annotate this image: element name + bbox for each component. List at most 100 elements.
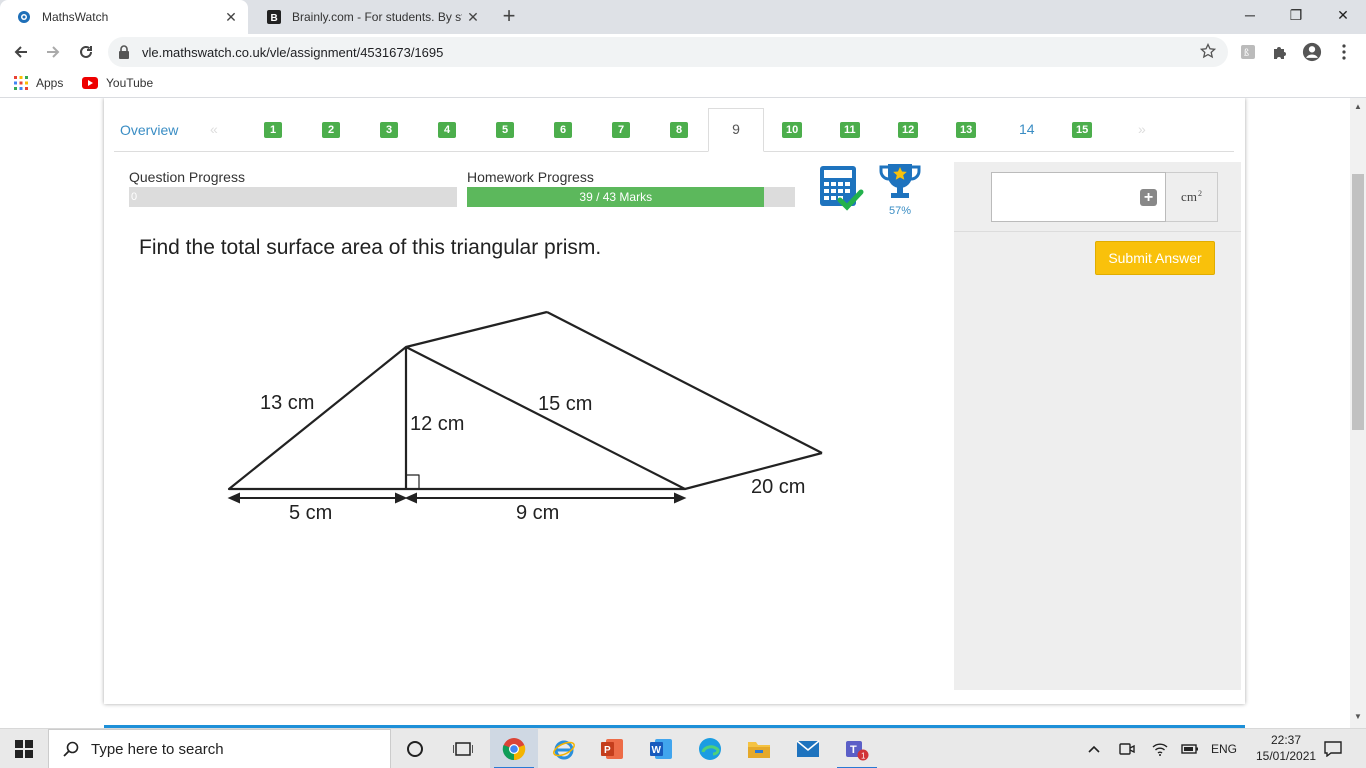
homework-progress-label: Homework Progress [467, 169, 594, 185]
next-question-arrow[interactable]: » [1138, 121, 1146, 137]
mail-icon[interactable] [784, 729, 832, 768]
question-text: Find the total surface area of this tria… [139, 236, 602, 259]
back-icon[interactable] [8, 39, 34, 65]
teams-icon[interactable]: T1 [833, 729, 881, 768]
forward-icon[interactable] [40, 39, 66, 65]
bookmark-youtube[interactable]: YouTube [82, 76, 153, 90]
clock-time: 22:37 [1270, 733, 1302, 747]
extension-icon[interactable]: ß [1238, 42, 1258, 62]
youtube-icon [82, 77, 98, 89]
word-icon[interactable]: W [637, 729, 685, 768]
minimize-icon[interactable]: ─ [1227, 0, 1273, 30]
chrome-icon[interactable] [490, 729, 538, 768]
question-tab-2[interactable]: 2 [322, 122, 340, 138]
trophy-icon [878, 162, 922, 202]
question-progress-label: Question Progress [129, 169, 245, 185]
bookmark-label: YouTube [106, 76, 154, 90]
base-left-label: 5 cm [289, 502, 332, 524]
show-hidden-icons-icon[interactable] [1085, 741, 1103, 757]
close-window-icon[interactable]: ✕ [1320, 0, 1366, 30]
answer-panel: + cm 2 Submit Answer [954, 162, 1241, 690]
submit-answer-button[interactable]: Submit Answer [1095, 241, 1215, 275]
svg-text:W: W [652, 745, 662, 756]
question-tab-9-current[interactable]: 9 [708, 108, 764, 152]
extensions-puzzle-icon[interactable] [1270, 42, 1290, 62]
question-tab-6[interactable]: 6 [554, 122, 572, 138]
page-scrollbar[interactable]: ▲ ▼ [1350, 98, 1366, 728]
triangular-prism-diagram: 13 cm 12 cm 15 cm 5 cm 9 cm 20 cm [227, 310, 823, 524]
browser-toolbar: vle.mathswatch.co.uk/vle/assignment/4531… [0, 34, 1366, 70]
wifi-icon[interactable] [1151, 741, 1169, 757]
clock-date: 15/01/2021 [1256, 749, 1317, 763]
prev-question-arrow[interactable]: « [210, 121, 218, 137]
question-tab-15[interactable]: 15 [1072, 122, 1093, 138]
height-label: 12 cm [410, 413, 464, 435]
new-tab-button[interactable]: + [498, 5, 520, 28]
url-text: vle.mathswatch.co.uk/vle/assignment/4531… [142, 45, 444, 60]
close-tab-icon[interactable]: ✕ [220, 6, 242, 28]
tab-overview[interactable]: Overview [120, 122, 178, 138]
question-tab-14[interactable]: 14 [1019, 121, 1035, 137]
svg-text:P: P [604, 745, 611, 756]
mathswatch-favicon-icon [16, 9, 32, 25]
reload-icon[interactable] [73, 39, 99, 65]
bookmark-star-icon[interactable] [1199, 42, 1217, 64]
plus-icon[interactable]: + [1140, 189, 1157, 206]
question-tabs: Overview « 1 2 3 4 5 6 7 8 9 10 11 12 13… [114, 108, 1234, 152]
arrowhead [404, 492, 417, 504]
question-tab-4[interactable]: 4 [438, 122, 456, 138]
tab-brainly[interactable]: B Brainly.com - For students. By stu ✕ [250, 0, 490, 34]
close-tab-icon[interactable]: ✕ [462, 6, 484, 28]
edge-icon[interactable] [686, 729, 734, 768]
trophy-percent: 57% [888, 205, 912, 217]
question-tab-1[interactable]: 1 [264, 122, 282, 138]
question-tab-13[interactable]: 13 [956, 122, 977, 138]
svg-text:B: B [271, 13, 278, 24]
lock-icon [118, 45, 130, 64]
scroll-up-icon[interactable]: ▲ [1353, 102, 1363, 112]
page-viewport: Overview « 1 2 3 4 5 6 7 8 9 10 11 12 13… [0, 98, 1350, 710]
bookmarks-bar: Apps YouTube [0, 70, 1366, 98]
system-clock[interactable]: 22:37 15/01/2021 [1256, 732, 1316, 764]
file-explorer-icon[interactable] [735, 729, 783, 768]
bookmark-apps[interactable]: Apps [14, 76, 63, 90]
question-tab-10[interactable]: 10 [782, 122, 803, 138]
scrollbar-thumb[interactable] [1352, 174, 1364, 430]
calculator-allowed-icon[interactable] [818, 164, 868, 214]
tab-mathswatch[interactable]: MathsWatch ✕ [0, 0, 248, 34]
homework-progress-bar: 39 / 43 Marks [467, 187, 795, 207]
question-progress-bar: 0 [129, 187, 457, 207]
right-angle-marker [405, 474, 420, 490]
internet-explorer-icon[interactable] [540, 729, 588, 768]
notifications-icon[interactable] [1324, 741, 1342, 757]
taskbar-search-box[interactable]: Type here to search [48, 729, 391, 768]
prism-top-edge [405, 310, 548, 349]
question-tab-7[interactable]: 7 [612, 122, 630, 138]
profile-avatar-icon[interactable] [1302, 42, 1322, 62]
language-indicator[interactable]: ENG [1210, 741, 1238, 757]
answer-input[interactable]: + [991, 172, 1166, 222]
task-view-icon[interactable] [439, 729, 487, 768]
question-tab-11[interactable]: 11 [840, 122, 860, 138]
cortana-icon[interactable] [391, 729, 439, 768]
slant-right-label: 15 cm [538, 393, 592, 415]
length-label: 20 cm [751, 476, 805, 498]
scroll-down-icon[interactable]: ▼ [1353, 712, 1363, 722]
question-tab-3[interactable]: 3 [380, 122, 398, 138]
powerpoint-icon[interactable]: P [588, 729, 636, 768]
unit-text: cm [1181, 189, 1197, 204]
question-tab-5[interactable]: 5 [496, 122, 514, 138]
brainly-favicon-icon: B [266, 9, 282, 25]
question-progress-text: 0 [131, 191, 138, 203]
browser-tab-strip: MathsWatch ✕ B Brainly.com - For student… [0, 0, 1366, 34]
restore-icon[interactable]: ❐ [1273, 0, 1319, 30]
tab-title: Brainly.com - For students. By stu [292, 10, 462, 24]
arrowhead [227, 492, 240, 504]
menu-kebab-icon[interactable] [1334, 42, 1354, 62]
windows-start-icon[interactable] [0, 729, 48, 768]
question-tab-12[interactable]: 12 [898, 122, 919, 138]
battery-icon[interactable] [1181, 741, 1199, 757]
question-tab-8[interactable]: 8 [670, 122, 688, 138]
meet-now-icon[interactable] [1118, 741, 1136, 757]
address-bar[interactable]: vle.mathswatch.co.uk/vle/assignment/4531… [108, 37, 1228, 67]
